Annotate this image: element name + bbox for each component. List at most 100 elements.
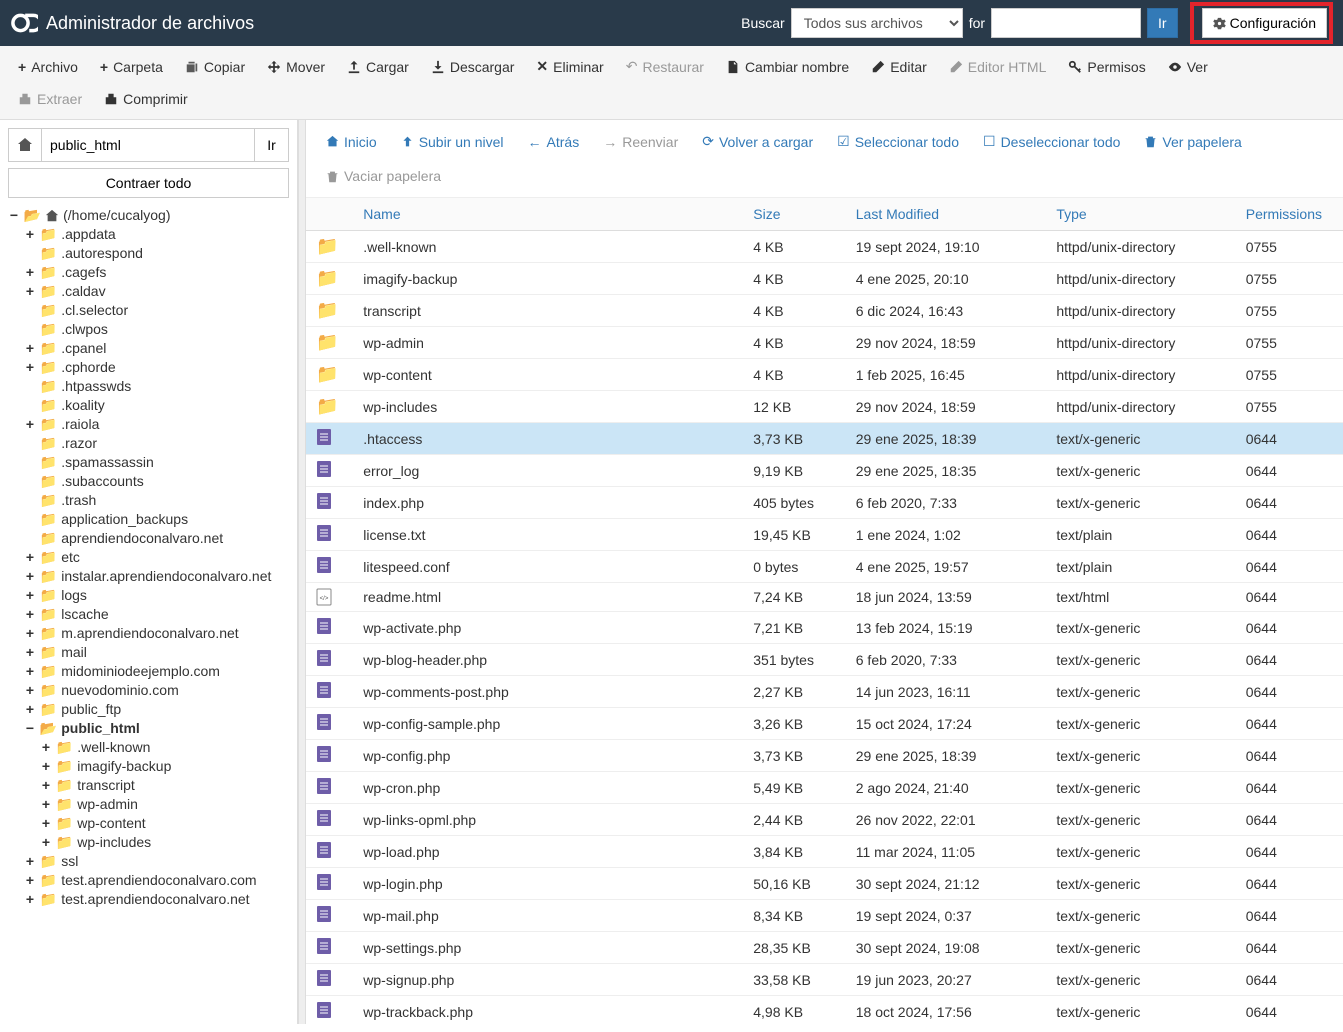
col-permissions[interactable]: Permissions [1236, 198, 1343, 231]
collapse-all-button[interactable]: Contraer todo [8, 168, 289, 198]
edit-button[interactable]: Editar [861, 52, 937, 81]
table-row[interactable]: 📁wp-includes12 KB29 nov 2024, 18:59httpd… [306, 391, 1343, 423]
tree-toggle[interactable]: + [24, 340, 36, 356]
tree-toggle[interactable]: + [24, 663, 36, 679]
tree-label[interactable]: m.aprendiendoconalvaro.net [61, 625, 238, 641]
tree-item[interactable]: 📁 .spamassassin [24, 453, 289, 472]
table-row[interactable]: wp-config.php3,73 KB29 ene 2025, 18:39te… [306, 740, 1343, 772]
tree-label[interactable]: lscache [61, 606, 108, 622]
tree-toggle[interactable]: + [40, 834, 52, 850]
tree-item[interactable]: + 📁 .appdata [24, 225, 289, 244]
tree-label[interactable]: application_backups [61, 511, 188, 527]
path-input[interactable] [42, 128, 255, 162]
tree-toggle[interactable]: + [40, 739, 52, 755]
tree-item[interactable]: + 📁 .cphorde [24, 358, 289, 377]
extract-button[interactable]: Extraer [8, 85, 92, 113]
col-size[interactable]: Size [743, 198, 846, 231]
tree-item[interactable]: + 📁 public_ftp [24, 700, 289, 719]
search-scope-select[interactable]: Todos sus archivos [791, 8, 963, 38]
permissions-button[interactable]: Permisos [1058, 52, 1155, 81]
tree-item[interactable]: + 📁 wp-admin [40, 795, 289, 814]
tree-item[interactable]: 📁 .cl.selector [24, 301, 289, 320]
tree-item[interactable]: + 📁 .cagefs [24, 263, 289, 282]
compress-button[interactable]: Comprimir [94, 85, 198, 113]
tree-item[interactable]: + 📁 lscache [24, 605, 289, 624]
table-row[interactable]: error_log9,19 KB29 ene 2025, 18:35text/x… [306, 455, 1343, 487]
tree-label[interactable]: midominiodeejemplo.com [61, 663, 220, 679]
tree-item[interactable]: + 📁 instalar.aprendiendoconalvaro.net [24, 567, 289, 586]
tree-toggle[interactable]: − [24, 720, 36, 736]
table-row[interactable]: litespeed.conf0 bytes4 ene 2025, 19:57te… [306, 551, 1343, 583]
tree-toggle[interactable]: + [40, 796, 52, 812]
tree-item[interactable]: + 📁 .raiola [24, 415, 289, 434]
tree-item[interactable]: 📁 aprendiendoconalvaro.net [24, 529, 289, 548]
tree-toggle[interactable]: + [24, 682, 36, 698]
tree-item[interactable]: + 📁 .cpanel [24, 339, 289, 358]
view-button[interactable]: Ver [1158, 52, 1218, 81]
tree-label[interactable]: imagify-backup [77, 758, 171, 774]
tree-item[interactable]: 📁 .subaccounts [24, 472, 289, 491]
tree-label[interactable]: .koality [61, 397, 105, 413]
tree-label[interactable]: test.aprendiendoconalvaro.net [61, 891, 249, 907]
tree-label[interactable]: .cpanel [61, 340, 106, 356]
table-row[interactable]: wp-signup.php33,58 KB19 jun 2023, 20:27t… [306, 964, 1343, 996]
tree-item[interactable]: + 📁 transcript [40, 776, 289, 795]
tree-label[interactable]: wp-content [77, 815, 145, 831]
tree-item[interactable]: + 📁 nuevodominio.com [24, 681, 289, 700]
tree-label[interactable]: .raiola [61, 416, 99, 432]
search-go-button[interactable]: Ir [1147, 8, 1178, 38]
table-row[interactable]: index.php405 bytes6 feb 2020, 7:33text/x… [306, 487, 1343, 519]
view-trash-button[interactable]: Ver papelera [1134, 128, 1251, 155]
table-row[interactable]: wp-load.php3,84 KB11 mar 2024, 11:05text… [306, 836, 1343, 868]
new-folder-button[interactable]: +Carpeta [90, 52, 173, 81]
tree-label[interactable]: mail [61, 644, 87, 660]
tree-item[interactable]: + 📁 logs [24, 586, 289, 605]
table-row[interactable]: wp-cron.php5,49 KB2 ago 2024, 21:40text/… [306, 772, 1343, 804]
download-button[interactable]: Descargar [421, 52, 525, 81]
tree-toggle[interactable]: + [24, 644, 36, 660]
tree-item[interactable]: + 📁 wp-content [40, 814, 289, 833]
tree-item[interactable]: 📁 .koality [24, 396, 289, 415]
tree-item[interactable]: + 📁 mail [24, 643, 289, 662]
reload-button[interactable]: ⟳Volver a cargar [692, 128, 823, 155]
tree-label[interactable]: public_html [61, 720, 140, 736]
tree-label[interactable]: .trash [61, 492, 96, 508]
tree-toggle[interactable]: + [24, 568, 36, 584]
tree-label[interactable]: nuevodominio.com [61, 682, 179, 698]
tree-toggle[interactable]: + [40, 758, 52, 774]
table-row[interactable]: 📁.well-known4 KB19 sept 2024, 19:10httpd… [306, 231, 1343, 263]
tree-root-label[interactable]: (/home/cucalyog) [63, 207, 170, 223]
tree-label[interactable]: logs [61, 587, 87, 603]
tree-label[interactable]: .caldav [61, 283, 105, 299]
upload-button[interactable]: Cargar [337, 52, 419, 81]
delete-button[interactable]: ✕Eliminar [526, 52, 613, 81]
tree-item[interactable]: 📁 .autorespond [24, 244, 289, 263]
tree-toggle[interactable]: + [24, 625, 36, 641]
search-input[interactable] [991, 8, 1141, 38]
tree-item[interactable]: 📁 .trash [24, 491, 289, 510]
table-row[interactable]: wp-comments-post.php2,27 KB14 jun 2023, … [306, 676, 1343, 708]
tree-label[interactable]: test.aprendiendoconalvaro.com [61, 872, 256, 888]
tree-toggle[interactable]: − [8, 207, 20, 223]
tree-toggle[interactable]: + [24, 606, 36, 622]
tree-toggle[interactable]: + [40, 777, 52, 793]
table-row[interactable]: wp-trackback.php4,98 KB18 oct 2024, 17:5… [306, 996, 1343, 1024]
table-row[interactable]: license.txt19,45 KB1 ene 2024, 1:02text/… [306, 519, 1343, 551]
table-row[interactable]: wp-login.php50,16 KB30 sept 2024, 21:12t… [306, 868, 1343, 900]
tree-item[interactable]: 📁 application_backups [24, 510, 289, 529]
empty-trash-button[interactable]: Vaciar papelera [316, 163, 451, 189]
tree-label[interactable]: wp-admin [77, 796, 138, 812]
settings-button[interactable]: Configuración [1202, 8, 1327, 38]
tree-toggle[interactable]: + [24, 853, 36, 869]
tree-label[interactable]: public_ftp [61, 701, 121, 717]
table-row[interactable]: wp-settings.php28,35 KB30 sept 2024, 19:… [306, 932, 1343, 964]
tree-item[interactable]: + 📁 midominiodeejemplo.com [24, 662, 289, 681]
tree-item[interactable]: + 📁 etc [24, 548, 289, 567]
tree-toggle[interactable]: + [24, 264, 36, 280]
rename-button[interactable]: Cambiar nombre [716, 52, 859, 81]
tree-label[interactable]: aprendiendoconalvaro.net [61, 530, 223, 546]
tree-label[interactable]: ssl [61, 853, 78, 869]
col-icon[interactable] [306, 198, 353, 231]
up-level-button[interactable]: Subir un nivel [391, 128, 514, 155]
tree-label[interactable]: .appdata [61, 226, 116, 242]
